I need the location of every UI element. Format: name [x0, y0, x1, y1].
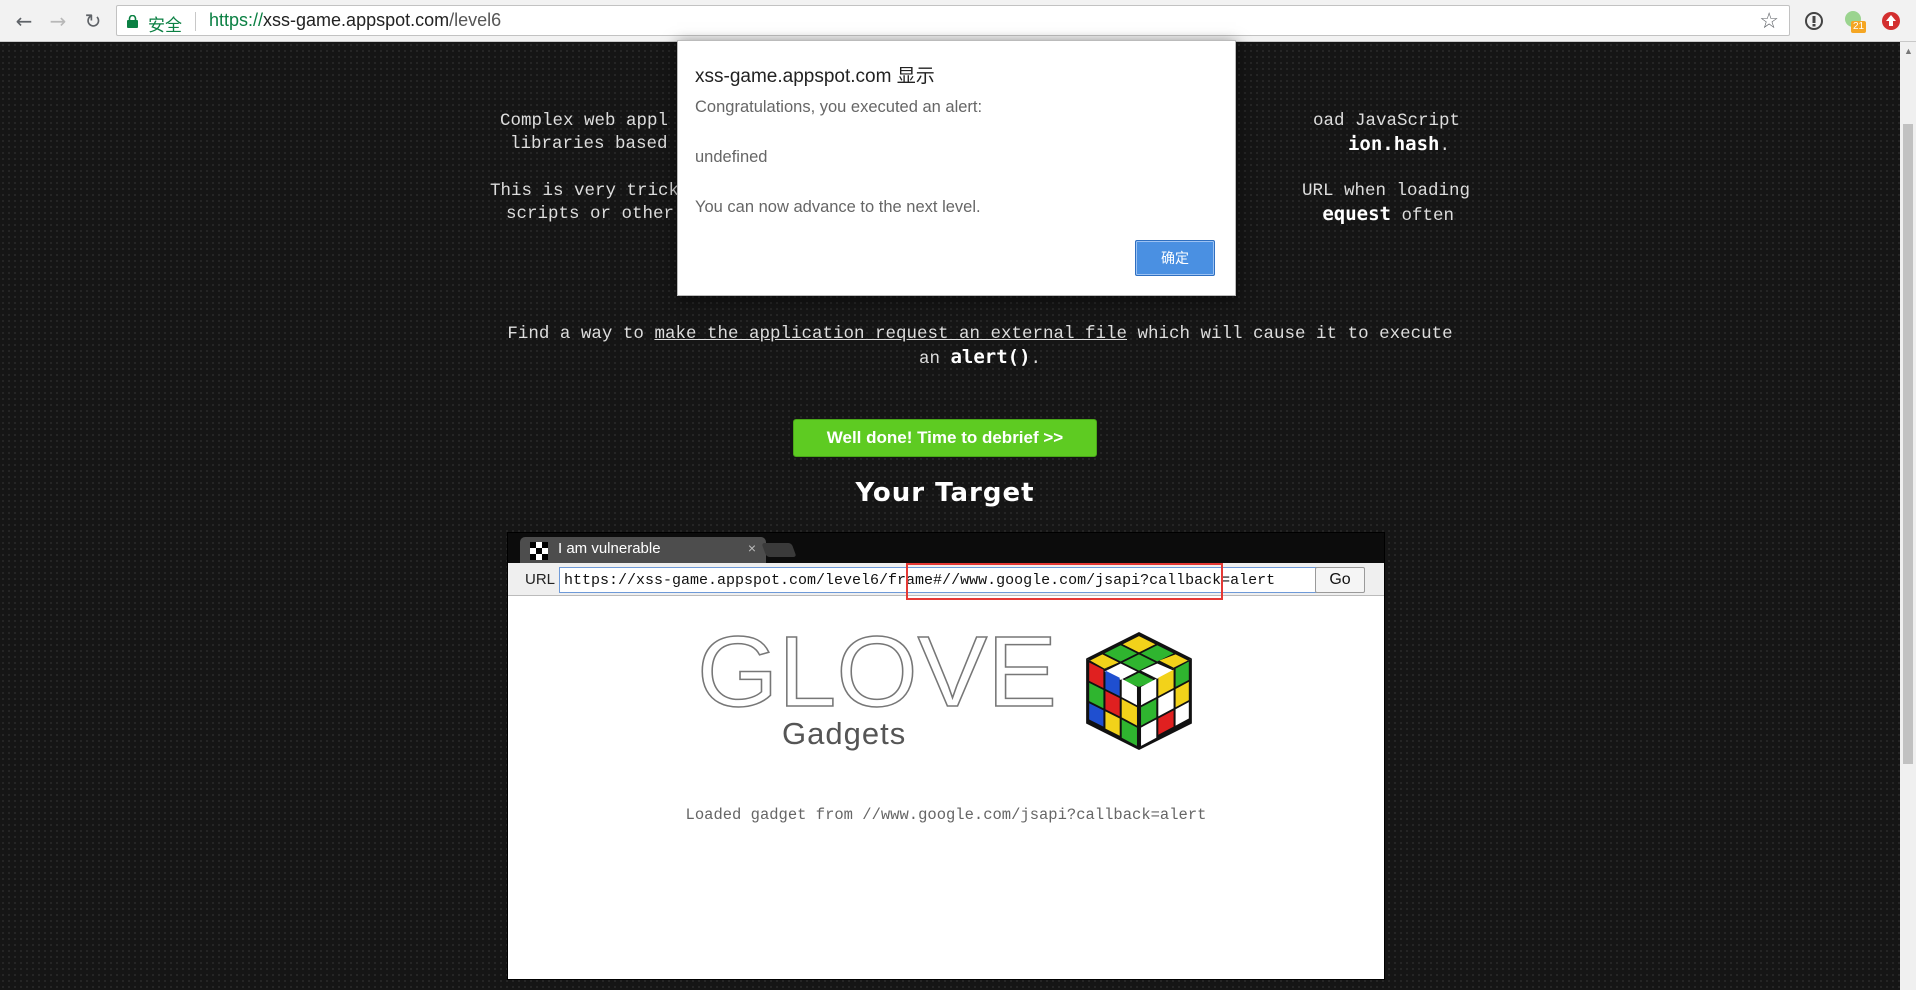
- intro-text: URL when loading: [1301, 181, 1470, 201]
- frame-url-bar: URL Go: [508, 563, 1384, 600]
- intro-text: This is very trick: [490, 181, 680, 201]
- intro-text: libraries based: [510, 134, 668, 154]
- url-host: xss-game.appspot.com: [263, 10, 450, 30]
- mission-code: alert(): [950, 346, 1031, 368]
- mission-text: Find a way to: [507, 324, 644, 344]
- url-path: /level6: [449, 10, 502, 30]
- glove-logo-word: GLOVE: [697, 628, 1057, 712]
- intro-text: oad JavaScript: [1312, 111, 1460, 131]
- rubiks-cube-icon: [1086, 632, 1192, 750]
- frame-tab-title: I am vulnerable: [558, 540, 661, 557]
- upload-extension-icon[interactable]: [1880, 10, 1902, 32]
- dialog-message: Congratulations, you executed an alert:: [695, 98, 983, 116]
- url-scheme: https://: [209, 10, 264, 30]
- reload-icon[interactable]: ↻: [81, 9, 105, 33]
- secure-label: 安全: [148, 16, 182, 36]
- mission-link[interactable]: make the application request an external…: [654, 324, 1127, 344]
- intro-text: often: [1401, 206, 1454, 226]
- glove-logo: GLOVE: [697, 628, 1058, 712]
- intro-text: .: [1439, 136, 1450, 156]
- green-extension-icon[interactable]: 21: [1843, 9, 1867, 33]
- vulnerable-frame: I am vulnerable × URL Go GLOVE Gadgets: [507, 532, 1385, 980]
- frame-tab[interactable]: I am vulnerable ×: [520, 537, 766, 563]
- bookmark-star-icon[interactable]: ☆: [1759, 8, 1779, 34]
- scrollbar-thumb[interactable]: [1903, 124, 1913, 764]
- dialog-title: xss-game.appspot.com 显示: [695, 66, 935, 87]
- intro-text: Complex web appl: [500, 111, 669, 131]
- forward-arrow-icon[interactable]: →: [46, 9, 70, 33]
- mission-paragraph: Find a way to make the application reque…: [480, 323, 1480, 371]
- page-scrollbar[interactable]: ▲: [1900, 42, 1916, 990]
- frame-tabstrip: I am vulnerable ×: [508, 533, 1384, 563]
- go-button[interactable]: Go: [1315, 567, 1365, 593]
- checkered-flag-icon: [530, 542, 548, 560]
- scroll-up-icon[interactable]: ▲: [1904, 46, 1913, 56]
- intro-code: ion.hash: [1347, 133, 1440, 155]
- url-label: URL: [525, 571, 556, 588]
- dialog-next-level-message: You can now advance to the next level.: [695, 198, 981, 216]
- address-url[interactable]: https://xss-game.appspot.com/level6: [209, 10, 501, 31]
- mission-text: .: [1030, 349, 1042, 369]
- browser-toolbar: ← → ↻ 安全 https://xss-game.appspot.com/le…: [0, 0, 1916, 42]
- back-arrow-icon[interactable]: ←: [12, 9, 36, 33]
- gadgets-logo-text: Gadgets: [782, 716, 907, 751]
- new-tab-button[interactable]: [761, 543, 797, 557]
- address-bar[interactable]: 安全 https://xss-game.appspot.com/level6 ☆: [116, 5, 1790, 36]
- alert-dialog: xss-game.appspot.com 显示 Congratulations,…: [677, 40, 1236, 296]
- mission-text: which will cause it to execute: [1137, 324, 1453, 344]
- lock-icon: [127, 15, 138, 28]
- mission-text: an: [918, 349, 940, 369]
- frame-url-input[interactable]: [559, 567, 1319, 593]
- tab-close-icon[interactable]: ×: [748, 540, 756, 556]
- info-extension-icon[interactable]: [1803, 10, 1825, 32]
- intro-text: scripts or other: [506, 204, 675, 224]
- omnibox-divider: [195, 12, 196, 31]
- extension-badge: 21: [1851, 21, 1867, 33]
- dialog-alert-value: undefined: [695, 148, 768, 166]
- dialog-ok-button[interactable]: 确定: [1135, 240, 1215, 276]
- loaded-gadget-message: Loaded gadget from //www.google.com/jsap…: [685, 806, 1207, 824]
- target-title: Your Target: [855, 478, 1035, 508]
- debrief-button[interactable]: Well done! Time to debrief >>: [793, 419, 1097, 457]
- intro-code: equest: [1322, 203, 1391, 225]
